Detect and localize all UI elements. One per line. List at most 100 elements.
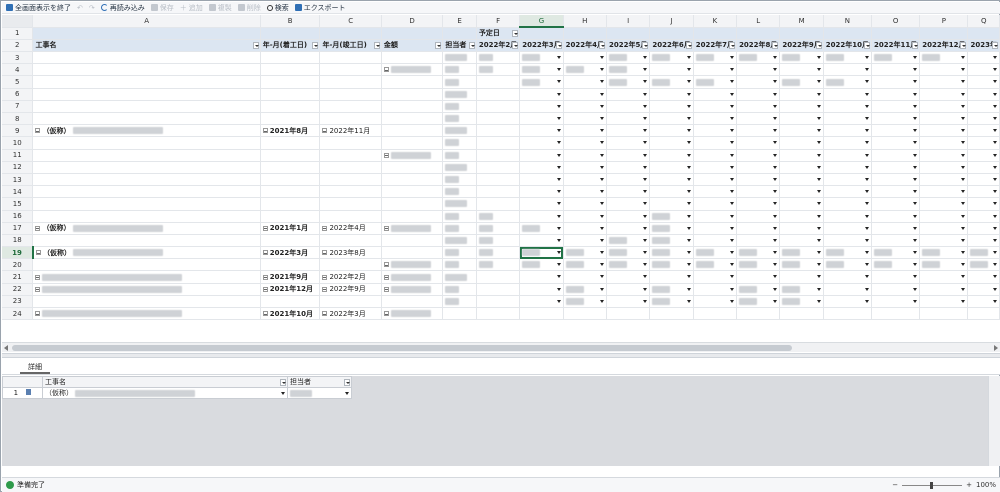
cell[interactable] <box>476 124 521 138</box>
dropdown-arrow-icon[interactable] <box>599 275 604 279</box>
cell[interactable] <box>260 210 321 223</box>
cell[interactable] <box>563 283 607 296</box>
dropdown-arrow-icon[interactable] <box>730 141 735 145</box>
tab-detail[interactable]: 詳細 <box>20 360 50 374</box>
cell[interactable] <box>967 149 1000 162</box>
cell[interactable] <box>381 295 444 309</box>
cell[interactable] <box>779 100 824 114</box>
dropdown-arrow-icon[interactable] <box>865 214 870 218</box>
cell[interactable] <box>736 270 781 284</box>
dropdown-arrow-icon[interactable] <box>913 299 918 303</box>
dropdown-arrow-icon[interactable] <box>556 177 561 181</box>
dropdown-arrow-icon[interactable] <box>816 141 821 145</box>
dropdown-arrow-icon[interactable] <box>961 104 966 108</box>
cell[interactable] <box>563 185 607 199</box>
row-header[interactable]: 15 <box>2 197 34 211</box>
cell[interactable] <box>260 234 321 248</box>
cell[interactable] <box>871 234 921 248</box>
dropdown-arrow-icon[interactable] <box>913 287 918 291</box>
cell[interactable] <box>381 27 444 40</box>
dropdown-arrow-icon[interactable] <box>730 214 735 218</box>
cell[interactable]: 2021年9月 <box>260 270 321 284</box>
cell[interactable] <box>649 100 694 114</box>
cell[interactable] <box>919 234 969 248</box>
cell[interactable] <box>442 258 477 272</box>
filter-dropdown-icon[interactable] <box>685 41 692 49</box>
cell[interactable] <box>476 234 521 248</box>
filter-dropdown-icon[interactable] <box>729 41 736 49</box>
dropdown-arrow-icon[interactable] <box>865 226 870 230</box>
dropdown-arrow-icon[interactable] <box>556 299 561 303</box>
dropdown-arrow-icon[interactable] <box>816 153 821 157</box>
dropdown-arrow-icon[interactable] <box>961 275 966 279</box>
dropdown-arrow-icon[interactable] <box>643 202 648 206</box>
cell[interactable] <box>476 270 521 284</box>
dropdown-arrow-icon[interactable] <box>865 251 870 255</box>
dropdown-arrow-icon[interactable] <box>961 129 966 133</box>
cell[interactable] <box>260 136 321 150</box>
cell[interactable] <box>779 210 824 223</box>
column-header[interactable]: C <box>319 15 382 28</box>
dropdown-arrow-icon[interactable] <box>643 226 648 230</box>
collapse-icon[interactable] <box>322 128 328 134</box>
cell[interactable] <box>563 197 607 211</box>
dropdown-arrow-icon[interactable] <box>730 238 735 242</box>
cell[interactable] <box>919 136 969 150</box>
cell[interactable] <box>779 246 824 260</box>
dropdown-arrow-icon[interactable] <box>643 287 648 291</box>
cell[interactable] <box>693 246 738 260</box>
dropdown-arrow-icon[interactable] <box>773 287 778 291</box>
column-header[interactable]: L <box>736 15 781 28</box>
cell[interactable] <box>381 258 444 272</box>
cell[interactable] <box>967 100 1000 114</box>
collapse-icon[interactable] <box>322 225 328 231</box>
collapse-icon[interactable] <box>35 286 41 292</box>
cell[interactable] <box>260 63 321 77</box>
exit-fullscreen-button[interactable]: 全画面表示を終了 <box>6 3 71 13</box>
cell[interactable] <box>967 75 1000 89</box>
cell[interactable] <box>693 100 738 114</box>
cell[interactable] <box>606 149 651 162</box>
cell[interactable] <box>823 51 873 65</box>
dropdown-arrow-icon[interactable] <box>730 263 735 267</box>
cell[interactable] <box>649 234 694 248</box>
cell[interactable] <box>32 63 261 77</box>
cell[interactable] <box>476 210 521 223</box>
cell[interactable] <box>779 295 824 309</box>
cell[interactable] <box>319 185 382 199</box>
delete-button[interactable]: 削除 <box>237 3 261 13</box>
cell[interactable] <box>606 161 651 174</box>
cell[interactable] <box>476 295 521 309</box>
dropdown-arrow-icon[interactable] <box>913 68 918 72</box>
dropdown-arrow-icon[interactable] <box>865 165 870 169</box>
dropdown-arrow-icon[interactable] <box>281 392 285 395</box>
cell[interactable] <box>919 307 969 321</box>
cell[interactable] <box>319 295 382 309</box>
cell[interactable] <box>442 270 477 284</box>
dropdown-arrow-icon[interactable] <box>599 226 604 230</box>
cell[interactable] <box>606 210 651 223</box>
filter-dropdown-icon[interactable] <box>992 41 998 49</box>
dropdown-arrow-icon[interactable] <box>643 92 648 96</box>
cell[interactable] <box>779 270 824 284</box>
dropdown-arrow-icon[interactable] <box>599 153 604 157</box>
cell[interactable] <box>606 136 651 150</box>
cell[interactable] <box>736 295 781 309</box>
cell[interactable] <box>919 246 969 260</box>
cell[interactable] <box>519 295 564 309</box>
dropdown-arrow-icon[interactable] <box>773 80 778 84</box>
cell[interactable] <box>519 307 564 321</box>
cell[interactable] <box>563 149 607 162</box>
dropdown-arrow-icon[interactable] <box>686 299 691 303</box>
column-header[interactable]: K <box>693 15 738 28</box>
row-header[interactable]: 14 <box>2 185 34 199</box>
cell[interactable] <box>442 27 477 40</box>
dropdown-arrow-icon[interactable] <box>993 238 997 242</box>
cell[interactable] <box>967 185 1000 199</box>
cell[interactable] <box>693 222 738 235</box>
cell[interactable] <box>967 295 1000 309</box>
cell[interactable] <box>32 197 261 211</box>
cell[interactable] <box>606 63 651 77</box>
reload-button[interactable]: 再読み込み <box>100 3 145 13</box>
row-header[interactable]: 3 <box>2 51 34 65</box>
